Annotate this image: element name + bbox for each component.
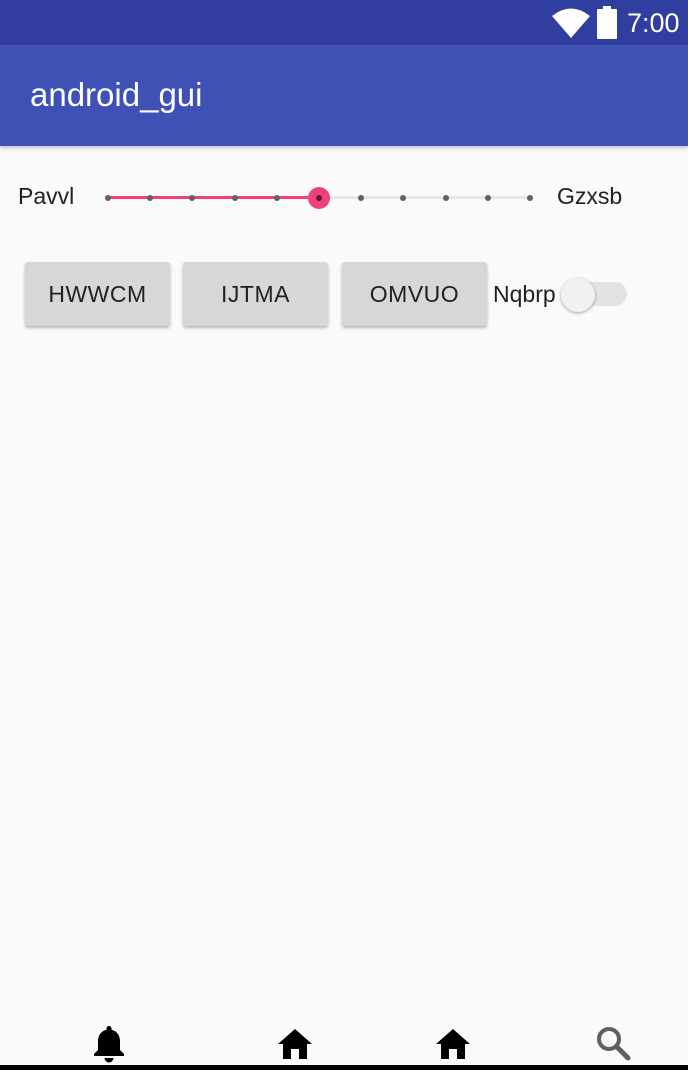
nqbrp-switch[interactable] [561,278,629,312]
nav-home-2[interactable] [433,1023,473,1063]
home-icon [278,1029,312,1059]
seekbar-tick [273,195,280,201]
status-time: 7:00 [627,8,680,38]
seekbar-tick [231,195,238,201]
bottom-edge [0,1065,688,1070]
seekbar-tick [442,195,449,201]
seekbar-tick [105,195,111,201]
seekbar-tick [358,195,365,201]
slider-right-label: Gzxsb [557,183,623,209]
seekbar-tick [527,195,533,201]
bell-icon [94,1026,124,1063]
switch-label: Nqbrp [493,281,556,307]
nav-notifications[interactable] [89,1023,129,1063]
seekbar-tick [400,195,407,201]
app-title: android_gui [30,76,203,113]
battery-icon [597,6,617,39]
slider-left-label: Pavvl [18,183,75,209]
seekbar-thumb-dot [316,195,322,201]
seekbar-tick [189,195,196,201]
search-icon [597,1027,631,1061]
nav-search[interactable] [593,1023,633,1063]
nav-home-1[interactable] [275,1023,315,1063]
wifi-icon [552,8,590,38]
hwwcm-button[interactable]: HWWCM [25,262,170,326]
seekbar-progress [108,196,319,199]
status-bar: 7:00 [0,0,688,45]
app-bar: android_gui [0,45,688,146]
seekbar-tick [147,195,154,201]
omvuo-button[interactable]: OMVUO [342,262,487,326]
bottom-navigation [0,1015,688,1065]
switch-thumb[interactable] [561,278,595,312]
ijtma-button[interactable]: IJTMA [183,262,328,326]
seekbar-tick [484,195,491,201]
home-icon [436,1029,470,1059]
discrete-seekbar[interactable] [98,182,542,214]
